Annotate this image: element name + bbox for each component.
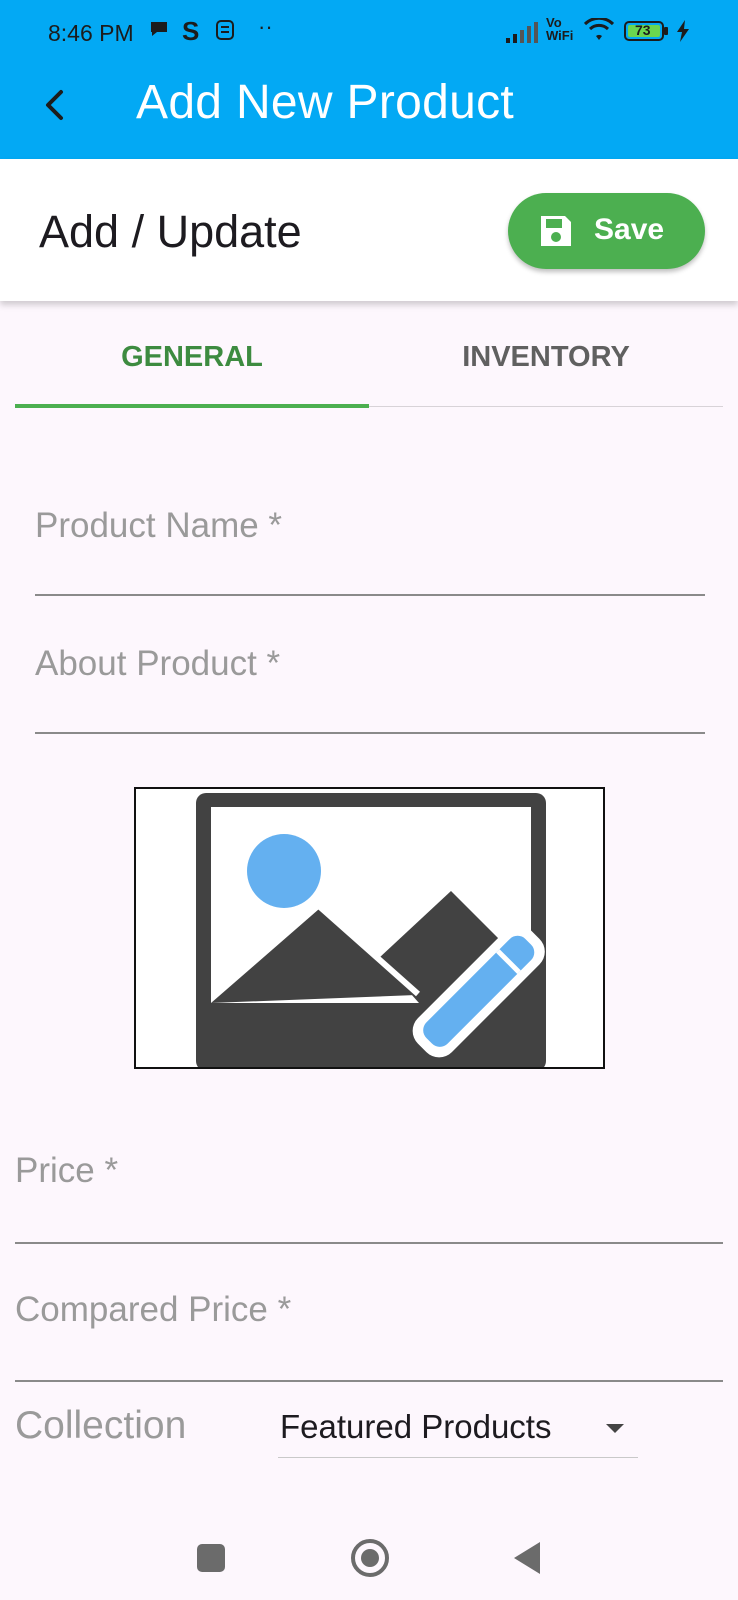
wifi-icon: [583, 16, 615, 48]
charging-icon: [676, 20, 690, 48]
save-label: Save: [594, 213, 665, 246]
square-recents-icon: [197, 1544, 225, 1572]
image-picker[interactable]: [134, 787, 605, 1069]
notification-icon: [214, 18, 236, 48]
page-title: Add New Product: [136, 76, 515, 129]
tab-indicator: [15, 404, 369, 408]
back-button[interactable]: [30, 80, 80, 130]
tab-general[interactable]: GENERAL: [15, 315, 369, 407]
about-product-field[interactable]: About Product *: [35, 628, 705, 734]
price-label: Price *: [15, 1151, 119, 1190]
edit-image-icon: [196, 793, 546, 1067]
tab-inventory[interactable]: INVENTORY: [369, 315, 723, 407]
tab-bar: GENERAL INVENTORY: [15, 315, 723, 408]
collection-label: Collection: [15, 1404, 187, 1447]
save-button[interactable]: Save: [508, 193, 705, 269]
collection-dropdown[interactable]: Featured Products: [278, 1398, 638, 1458]
dropdown-arrow-icon: [606, 1424, 624, 1433]
product-name-field[interactable]: Product Name *: [35, 490, 705, 596]
circle-home-icon: [351, 1539, 389, 1577]
battery-icon: 73: [624, 20, 670, 48]
app-bar: 8:46 PM S ·· Vo WiFi 73 Add New Product: [0, 0, 738, 159]
s-app-icon: S: [182, 16, 200, 46]
status-bar: 8:46 PM S ·· Vo WiFi 73: [0, 0, 738, 68]
screen: 8:46 PM S ·· Vo WiFi 73 Add New Product …: [0, 0, 738, 1600]
back-chevron-icon: [46, 90, 63, 120]
recents-button[interactable]: [189, 1536, 233, 1580]
header-card: Add / Update Save: [0, 159, 738, 301]
price-field[interactable]: Price *: [15, 1135, 723, 1244]
status-time: 8:46 PM: [48, 20, 134, 46]
vowifi-bottom: WiFi: [546, 28, 574, 43]
more-dots-icon: ··: [258, 14, 273, 39]
about-product-label: About Product *: [35, 644, 281, 683]
floppy-disk-icon: [541, 216, 571, 246]
chat-bubble-icon: [148, 18, 170, 46]
vowifi-icon: Vo WiFi: [546, 16, 573, 42]
nav-back-button[interactable]: [506, 1536, 550, 1580]
section-title: Add / Update: [39, 206, 302, 257]
triangle-back-icon: [514, 1542, 540, 1574]
signal-icon: [506, 22, 540, 50]
compared-price-label: Compared Price *: [15, 1290, 292, 1329]
home-button[interactable]: [348, 1536, 392, 1580]
battery-level: 73: [635, 22, 651, 38]
compared-price-field[interactable]: Compared Price *: [15, 1274, 723, 1382]
product-name-label: Product Name *: [35, 506, 283, 545]
collection-selected-value: Featured Products: [280, 1408, 552, 1445]
system-nav-bar: [0, 1500, 738, 1600]
